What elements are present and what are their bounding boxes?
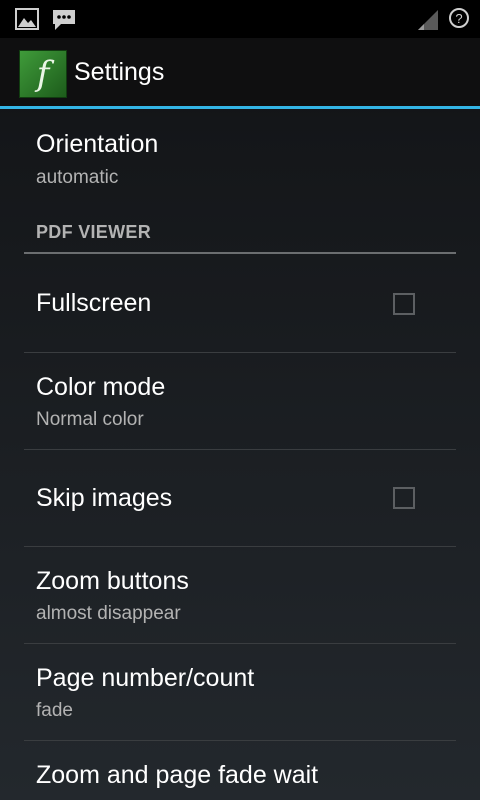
pref-zoom-fade-wait-label: Zoom and page fade wait [36, 761, 319, 789]
pref-orientation-label: Orientation [36, 130, 159, 158]
app-icon-glyph: f [36, 54, 50, 94]
signal-icon [418, 10, 438, 30]
page-title: Settings [74, 58, 165, 86]
pref-zoom-buttons[interactable]: Zoom buttons almost disappear [24, 547, 456, 643]
pref-orientation[interactable]: Orientation automatic [24, 110, 456, 202]
category-divider [24, 252, 456, 254]
category-pdf-viewer: PDF VIEWER [36, 222, 152, 242]
pref-zoom-buttons-label: Zoom buttons [36, 567, 189, 595]
pref-page-number[interactable]: Page number/count fade [24, 644, 456, 740]
pref-color-mode-label: Color mode [36, 373, 166, 401]
gallery-icon [15, 8, 39, 30]
pref-skip-images[interactable]: Skip images [24, 450, 456, 546]
skip-images-checkbox[interactable] [393, 487, 415, 509]
pref-zoom-fade-wait[interactable]: Zoom and page fade wait [24, 741, 456, 800]
app-icon[interactable]: f [19, 50, 67, 98]
pref-color-mode[interactable]: Color mode Normal color [24, 353, 456, 449]
pref-fullscreen-label: Fullscreen [36, 289, 152, 317]
pref-page-number-label: Page number/count [36, 664, 255, 692]
pref-color-mode-summary: Normal color [36, 409, 144, 430]
pref-skip-images-label: Skip images [36, 484, 173, 512]
help-glyph: ? [455, 10, 463, 26]
pref-page-number-summary: fade [36, 700, 73, 721]
pref-fullscreen[interactable]: Fullscreen [24, 256, 456, 352]
action-bar: f Settings [0, 38, 480, 109]
help-icon: ? [449, 8, 469, 28]
pref-zoom-buttons-summary: almost disappear [36, 603, 181, 624]
pref-orientation-summary: automatic [36, 167, 119, 188]
fullscreen-checkbox[interactable] [393, 293, 415, 315]
message-icon [53, 10, 75, 30]
status-bar: ? [0, 0, 480, 38]
